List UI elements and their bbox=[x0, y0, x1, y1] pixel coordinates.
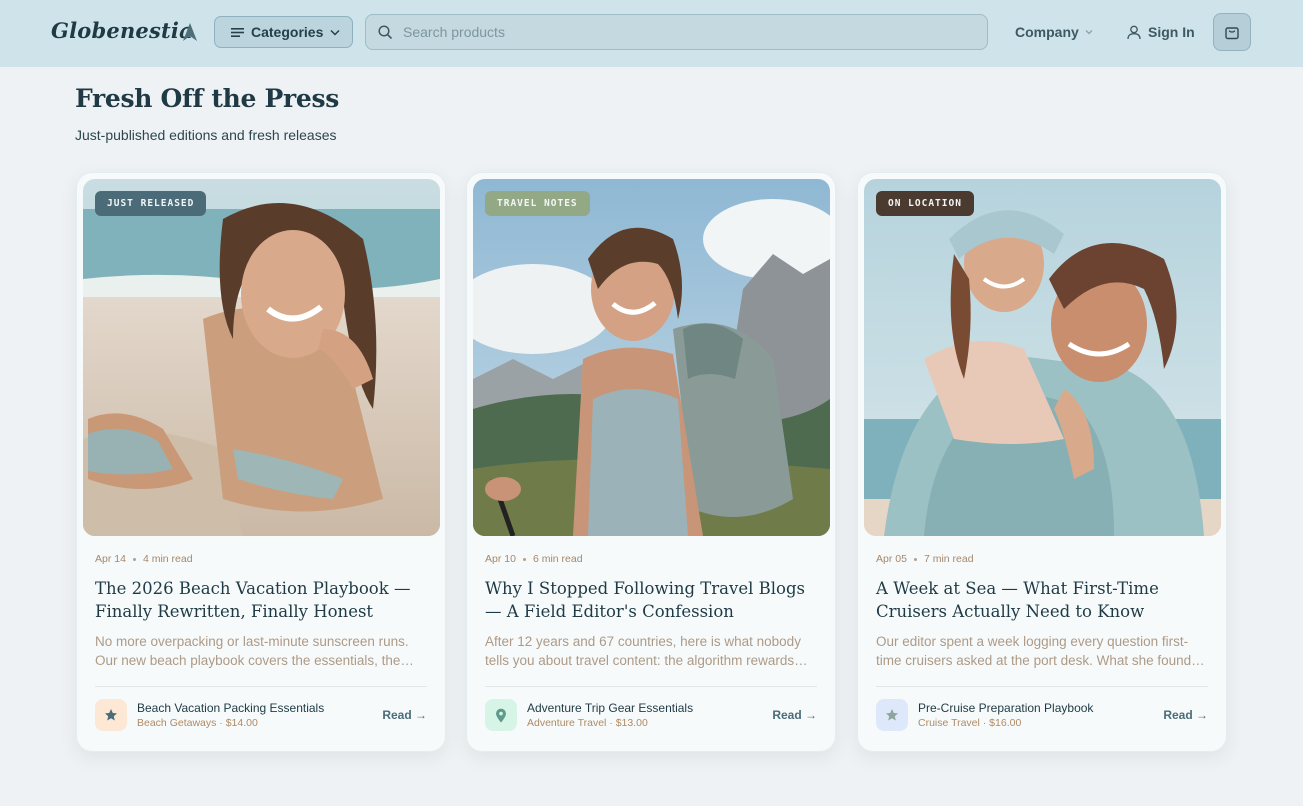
category-tag: JUST RELEASED bbox=[95, 191, 207, 216]
category-tag: ON LOCATION bbox=[876, 191, 974, 216]
section-subtitle: Just-published editions and fresh releas… bbox=[75, 127, 337, 143]
publish-date: Apr 10 bbox=[485, 553, 516, 565]
article-excerpt: No more overpacking or last-minute sunsc… bbox=[95, 634, 414, 668]
article-card[interactable]: ON LOCATION Apr 05 7 min read A Week at … bbox=[857, 172, 1227, 752]
brand-arrow-icon bbox=[183, 23, 197, 41]
categories-label: Categories bbox=[251, 24, 324, 40]
product-thumbnail bbox=[485, 699, 517, 731]
brand-logo[interactable]: Globenestia bbox=[51, 18, 193, 43]
chevron-down-icon bbox=[1085, 30, 1093, 35]
sign-in-label: Sign In bbox=[1148, 24, 1195, 40]
map-pin-icon bbox=[496, 708, 506, 722]
search-input[interactable] bbox=[403, 24, 963, 40]
article-meta: Apr 10 6 min read bbox=[485, 553, 583, 565]
read-link[interactable]: Read → bbox=[772, 708, 817, 722]
company-label: Company bbox=[1015, 24, 1079, 40]
product-thumbnail bbox=[876, 699, 908, 731]
article-photo[interactable]: ON LOCATION bbox=[864, 179, 1221, 536]
publish-date: Apr 14 bbox=[95, 553, 126, 565]
article-title[interactable]: The 2026 Beach Vacation Playbook — Final… bbox=[95, 577, 425, 623]
product-name[interactable]: Beach Vacation Packing Essentials bbox=[137, 701, 324, 715]
article-meta: Apr 14 4 min read bbox=[95, 553, 193, 565]
product-thumbnail bbox=[95, 699, 127, 731]
product-name[interactable]: Pre-Cruise Preparation Playbook bbox=[918, 701, 1093, 715]
article-title[interactable]: A Week at Sea — What First-Time Cruisers… bbox=[876, 577, 1206, 623]
article-photo[interactable]: TRAVEL NOTES bbox=[473, 179, 830, 536]
category-tag: TRAVEL NOTES bbox=[485, 191, 590, 216]
read-link[interactable]: Read → bbox=[382, 708, 427, 722]
product-meta: Adventure Travel · $13.00 bbox=[527, 717, 648, 729]
top-navigation-bar: Globenestia Categories Company Sign In bbox=[0, 0, 1303, 67]
article-title[interactable]: Why I Stopped Following Travel Blogs — A… bbox=[485, 577, 815, 623]
search-bar bbox=[365, 14, 988, 50]
meta-separator bbox=[132, 557, 136, 561]
star-icon bbox=[105, 709, 117, 721]
user-icon bbox=[1127, 25, 1141, 39]
chevron-down-icon bbox=[330, 29, 340, 36]
categories-button[interactable]: Categories bbox=[214, 16, 353, 48]
menu-icon bbox=[231, 27, 244, 37]
cart-button[interactable] bbox=[1213, 13, 1251, 51]
read-link[interactable]: Read → bbox=[1163, 708, 1208, 722]
product-name[interactable]: Adventure Trip Gear Essentials bbox=[527, 701, 693, 715]
product-meta: Cruise Travel · $16.00 bbox=[918, 717, 1022, 729]
product-meta: Beach Getaways · $14.00 bbox=[137, 717, 258, 729]
shopping-bag-icon bbox=[1225, 27, 1239, 40]
read-time: 4 min read bbox=[142, 553, 193, 565]
divider bbox=[485, 686, 817, 687]
father-daughter-beach-photo-illustration bbox=[864, 179, 1221, 536]
company-menu[interactable]: Company bbox=[1015, 24, 1093, 40]
meta-separator bbox=[913, 557, 917, 561]
article-meta: Apr 05 7 min read bbox=[876, 553, 974, 565]
sign-in-button[interactable]: Sign In bbox=[1127, 24, 1195, 40]
meta-separator bbox=[522, 557, 526, 561]
article-photo[interactable]: JUST RELEASED bbox=[83, 179, 440, 536]
article-excerpt: After 12 years and 67 countries, here is… bbox=[485, 634, 808, 668]
article-card[interactable]: JUST RELEASED Apr 14 4 min read The 2026… bbox=[76, 172, 446, 752]
publish-date: Apr 05 bbox=[876, 553, 907, 565]
star-icon bbox=[886, 709, 898, 721]
divider bbox=[876, 686, 1208, 687]
article-excerpt: Our editor spent a week logging every qu… bbox=[876, 634, 1205, 668]
read-time: 6 min read bbox=[532, 553, 583, 565]
mountain-hiker-photo-illustration bbox=[473, 179, 830, 536]
article-card[interactable]: TRAVEL NOTES Apr 10 6 min read Why I Sto… bbox=[466, 172, 836, 752]
read-time: 7 min read bbox=[923, 553, 974, 565]
search-icon bbox=[378, 24, 393, 39]
section-title: Fresh Off the Press bbox=[75, 84, 339, 113]
divider bbox=[95, 686, 427, 687]
beach-photo-illustration bbox=[83, 179, 440, 536]
